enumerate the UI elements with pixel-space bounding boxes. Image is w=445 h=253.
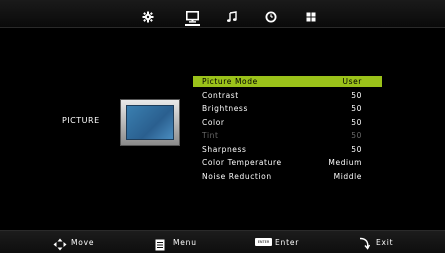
exit-hint: Exit: [376, 238, 394, 247]
menu-item-value: Medium: [328, 158, 362, 167]
menu-item-value: 50: [351, 104, 362, 113]
menu-item-color[interactable]: Color 50: [193, 117, 382, 128]
picture-thumbnail: [120, 99, 180, 146]
menu-item-noise-reduction[interactable]: Noise Reduction Middle: [193, 171, 382, 182]
menu-item-contrast[interactable]: Contrast 50: [193, 90, 382, 101]
grid-icon: [306, 12, 316, 22]
move-hint: Move: [71, 238, 95, 247]
top-tab-bar: [0, 0, 445, 28]
menu-item-label: Contrast: [202, 90, 239, 100]
menu-item-value: 50: [351, 144, 362, 154]
picture-menu: Picture Mode User Contrast 50 Brightness 50 Co…: [193, 76, 382, 184]
menu-item-label: Brightness: [202, 104, 248, 113]
menu-hint: Menu: [173, 238, 197, 247]
tab-picture[interactable]: [185, 8, 200, 26]
monitor-icon: [186, 11, 199, 23]
menu-item-value: User: [342, 77, 362, 86]
menu-item-label: Color: [202, 117, 225, 127]
menu-item-brightness[interactable]: Brightness 50: [193, 103, 382, 114]
music-note-icon: [227, 11, 237, 22]
tab-time[interactable]: [265, 8, 277, 23]
bottom-hint-bar: Move Menu ENTER Enter Exit: [0, 230, 445, 253]
tab-sound[interactable]: [226, 8, 238, 22]
enter-hint: Enter: [275, 238, 300, 247]
menu-item-label: Tint: [202, 131, 219, 140]
menu-item-tint: Tint 50: [193, 130, 382, 141]
menu-item-label: Picture Mode: [202, 77, 258, 86]
enter-key-label: ENTER: [257, 240, 270, 244]
section-title: PICTURE: [62, 116, 100, 125]
clock-icon: [265, 11, 277, 23]
menu-item-label: Noise Reduction: [202, 171, 272, 181]
gear-icon: [142, 11, 154, 23]
menu-icon: [155, 236, 165, 253]
menu-item-value: 50: [351, 90, 362, 100]
menu-item-sharpness[interactable]: Sharpness 50: [193, 144, 382, 155]
tab-options[interactable]: [305, 8, 317, 22]
tab-setup[interactable]: [142, 8, 154, 23]
enter-key-icon: ENTER: [255, 238, 272, 246]
thumbnail-screen: [126, 105, 174, 140]
exit-icon: [358, 235, 371, 253]
dpad-icon: [53, 236, 67, 253]
menu-item-value: 50: [351, 117, 362, 127]
menu-item-label: Sharpness: [202, 144, 247, 154]
menu-item-value: 50: [351, 131, 362, 140]
menu-item-color-temperature[interactable]: Color Temperature Medium: [193, 157, 382, 168]
menu-item-value: Middle: [333, 171, 362, 181]
menu-item-label: Color Temperature: [202, 158, 282, 167]
menu-item-picture-mode[interactable]: Picture Mode User: [193, 76, 382, 87]
